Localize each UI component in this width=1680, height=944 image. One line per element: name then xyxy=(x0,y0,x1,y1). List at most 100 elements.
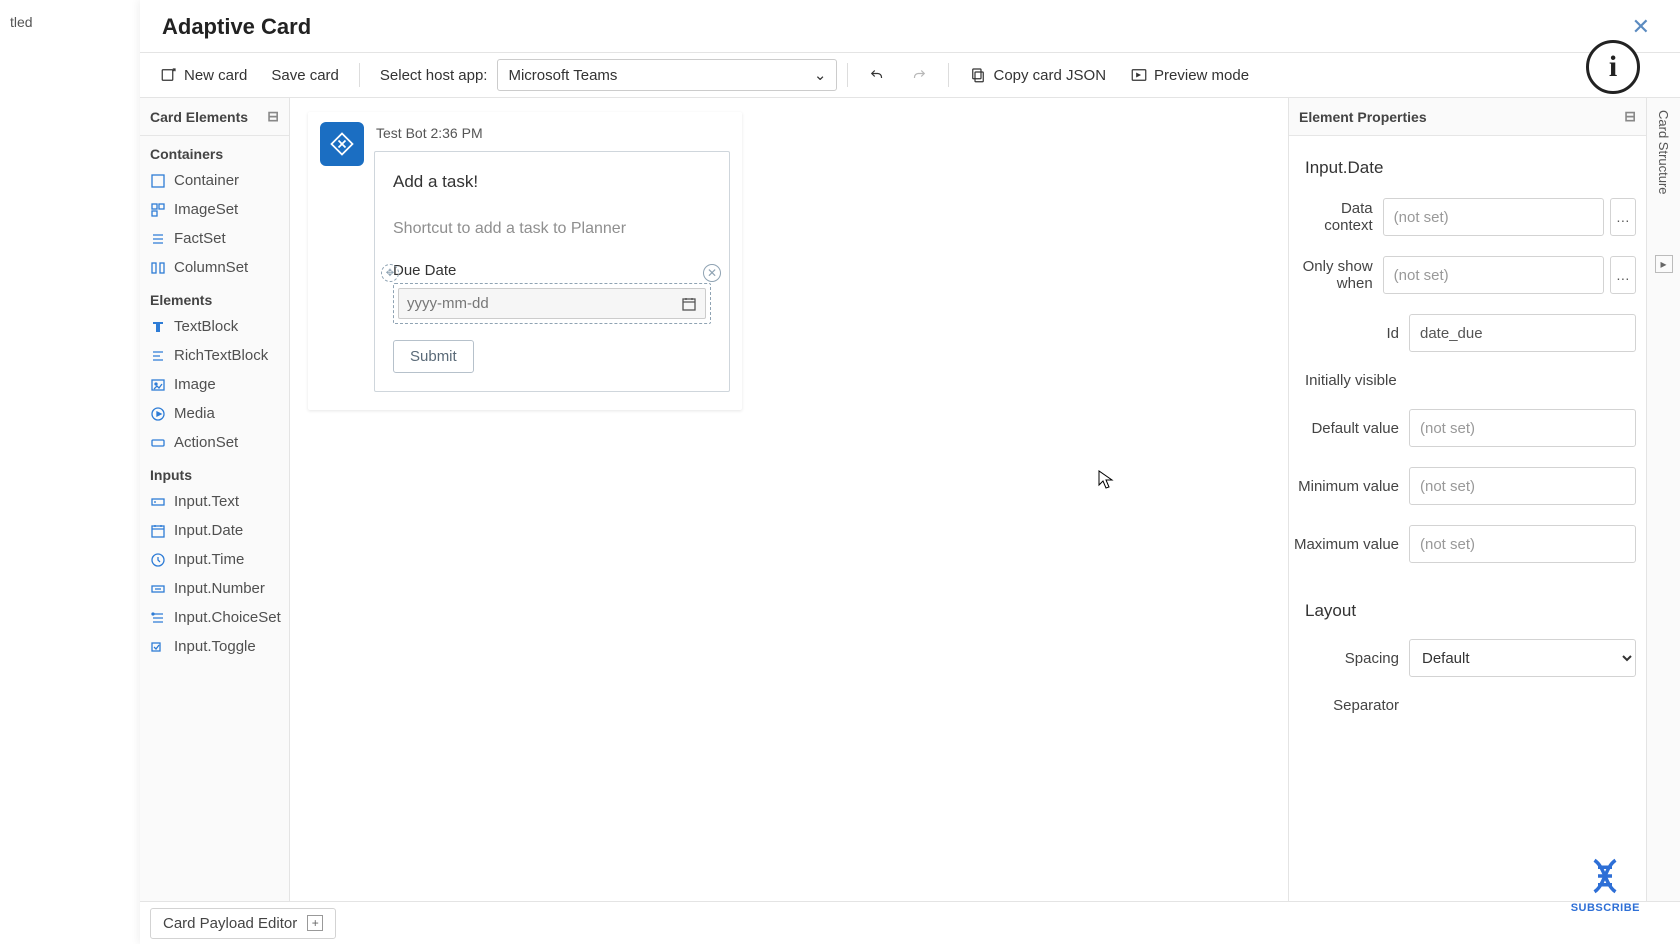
element-textblock[interactable]: TextBlock xyxy=(140,312,289,341)
elements-panel-title: Card Elements xyxy=(150,109,248,125)
divider xyxy=(948,63,949,87)
chevron-down-icon: ⌄ xyxy=(814,66,827,84)
label-spacing: Spacing xyxy=(1289,650,1409,667)
group-elements: Elements xyxy=(140,282,289,312)
expand-rail-icon[interactable]: ▸ xyxy=(1655,255,1673,273)
label-id: Id xyxy=(1289,325,1409,342)
group-inputs: Inputs xyxy=(140,457,289,487)
factset-icon xyxy=(150,231,166,247)
date-input[interactable]: yyyy-mm-dd xyxy=(398,288,706,319)
input-text-icon xyxy=(150,494,166,510)
window-title: Adaptive Card xyxy=(162,14,311,40)
copy-icon xyxy=(969,66,987,84)
label-default-value: Default value xyxy=(1289,420,1409,437)
payload-editor-tab[interactable]: Card Payload Editor + xyxy=(150,908,336,939)
calendar-icon xyxy=(681,296,697,312)
input-id[interactable] xyxy=(1409,314,1636,352)
bot-icon xyxy=(328,130,356,158)
label-max-value: Maximum value xyxy=(1289,536,1409,553)
new-card-icon xyxy=(160,66,178,84)
card-preview: Test Bot 2:36 PM Add a task! Shortcut to… xyxy=(308,112,742,410)
input-date-icon xyxy=(150,523,166,539)
element-container[interactable]: Container xyxy=(140,166,289,195)
host-app-select[interactable]: Microsoft Teams ⌄ xyxy=(497,59,837,91)
richtext-icon xyxy=(150,348,166,364)
input-only-show-when[interactable] xyxy=(1383,256,1604,294)
select-spacing[interactable]: Default xyxy=(1409,639,1636,677)
elements-panel: Card Elements ⊟ Containers Container Ima… xyxy=(140,98,290,901)
section-layout: Layout xyxy=(1289,573,1646,629)
collapse-icon[interactable]: ⊟ xyxy=(1624,108,1636,125)
actionset-icon xyxy=(150,435,166,451)
input-toggle-icon xyxy=(150,639,166,655)
bot-avatar xyxy=(320,122,364,166)
info-overlay-icon[interactable]: i xyxy=(1586,40,1640,94)
drag-handle-icon[interactable]: ✥ xyxy=(381,264,399,282)
element-columnset[interactable]: ColumnSet xyxy=(140,253,289,282)
property-section-title: Input.Date xyxy=(1289,136,1646,188)
input-max-value[interactable] xyxy=(1409,525,1636,563)
element-actionset[interactable]: ActionSet xyxy=(140,428,289,457)
divider xyxy=(847,63,848,87)
card-subtitle[interactable]: Shortcut to add a task to Planner xyxy=(393,220,711,238)
app-window: Adaptive Card ✕ New card Save card Selec… xyxy=(140,0,1680,944)
date-placeholder: yyyy-mm-dd xyxy=(407,295,489,312)
adaptive-card[interactable]: Add a task! Shortcut to add a task to Pl… xyxy=(374,151,730,392)
copy-json-button[interactable]: Copy card JSON xyxy=(959,60,1116,90)
divider xyxy=(359,63,360,87)
dna-icon xyxy=(1584,855,1626,897)
collapse-icon[interactable]: ⊟ xyxy=(267,108,279,125)
element-input-text[interactable]: Input.Text xyxy=(140,487,289,516)
element-input-date[interactable]: Input.Date xyxy=(140,516,289,545)
element-input-time[interactable]: Input.Time xyxy=(140,545,289,574)
imageset-icon xyxy=(150,202,166,218)
redo-button[interactable] xyxy=(900,60,938,90)
undo-button[interactable] xyxy=(858,60,896,90)
input-data-context[interactable] xyxy=(1383,198,1604,236)
label-separator: Separator xyxy=(1289,697,1409,714)
preview-mode-button[interactable]: Preview mode xyxy=(1120,60,1259,90)
group-containers: Containers xyxy=(140,136,289,166)
properties-panel-title: Element Properties xyxy=(1299,109,1427,125)
element-input-toggle[interactable]: Input.Toggle xyxy=(140,632,289,661)
only-show-when-more-button[interactable]: … xyxy=(1610,256,1636,294)
element-input-number[interactable]: Input.Number xyxy=(140,574,289,603)
element-imageset[interactable]: ImageSet xyxy=(140,195,289,224)
redo-icon xyxy=(910,66,928,84)
label-initially-visible: Initially visible xyxy=(1289,372,1407,389)
new-card-button[interactable]: New card xyxy=(150,60,257,90)
label-only-show-when: Only show when xyxy=(1289,258,1383,292)
element-factset[interactable]: FactSet xyxy=(140,224,289,253)
input-default-value[interactable] xyxy=(1409,409,1636,447)
label-data-context: Data context xyxy=(1289,200,1383,234)
element-media[interactable]: Media xyxy=(140,399,289,428)
element-input-choiceset[interactable]: Input.ChoiceSet xyxy=(140,603,289,632)
bot-name-time: Test Bot 2:36 PM xyxy=(374,120,730,151)
expand-icon: + xyxy=(307,915,323,931)
columnset-icon xyxy=(150,260,166,276)
input-time-icon xyxy=(150,552,166,568)
data-context-more-button[interactable]: … xyxy=(1610,198,1636,236)
input-min-value[interactable] xyxy=(1409,467,1636,505)
card-structure-tab[interactable]: Card Structure xyxy=(1656,110,1671,195)
submit-button[interactable]: Submit xyxy=(393,340,474,373)
side-rail: Card Structure ▸ xyxy=(1646,98,1680,901)
card-title[interactable]: Add a task! xyxy=(393,172,711,192)
date-label: Due Date xyxy=(393,262,711,279)
date-input-selection: yyyy-mm-dd xyxy=(393,283,711,324)
input-choiceset-icon xyxy=(150,610,166,626)
canvas[interactable]: Test Bot 2:36 PM Add a task! Shortcut to… xyxy=(290,98,1288,901)
close-button[interactable]: ✕ xyxy=(1624,12,1658,42)
save-card-button[interactable]: Save card xyxy=(261,61,349,90)
element-image[interactable]: Image xyxy=(140,370,289,399)
toolbar: New card Save card Select host app: Micr… xyxy=(140,52,1680,98)
container-icon xyxy=(150,173,166,189)
undo-icon xyxy=(868,66,886,84)
element-richtextblock[interactable]: RichTextBlock xyxy=(140,341,289,370)
subscribe-badge[interactable]: SUBSCRIBE xyxy=(1571,855,1640,914)
input-number-icon xyxy=(150,581,166,597)
input-date-element[interactable]: ✥ ✕ Due Date yyyy-mm-dd xyxy=(393,262,711,324)
media-icon xyxy=(150,406,166,422)
remove-element-icon[interactable]: ✕ xyxy=(703,264,721,282)
bottom-bar: Card Payload Editor + xyxy=(140,902,1680,944)
